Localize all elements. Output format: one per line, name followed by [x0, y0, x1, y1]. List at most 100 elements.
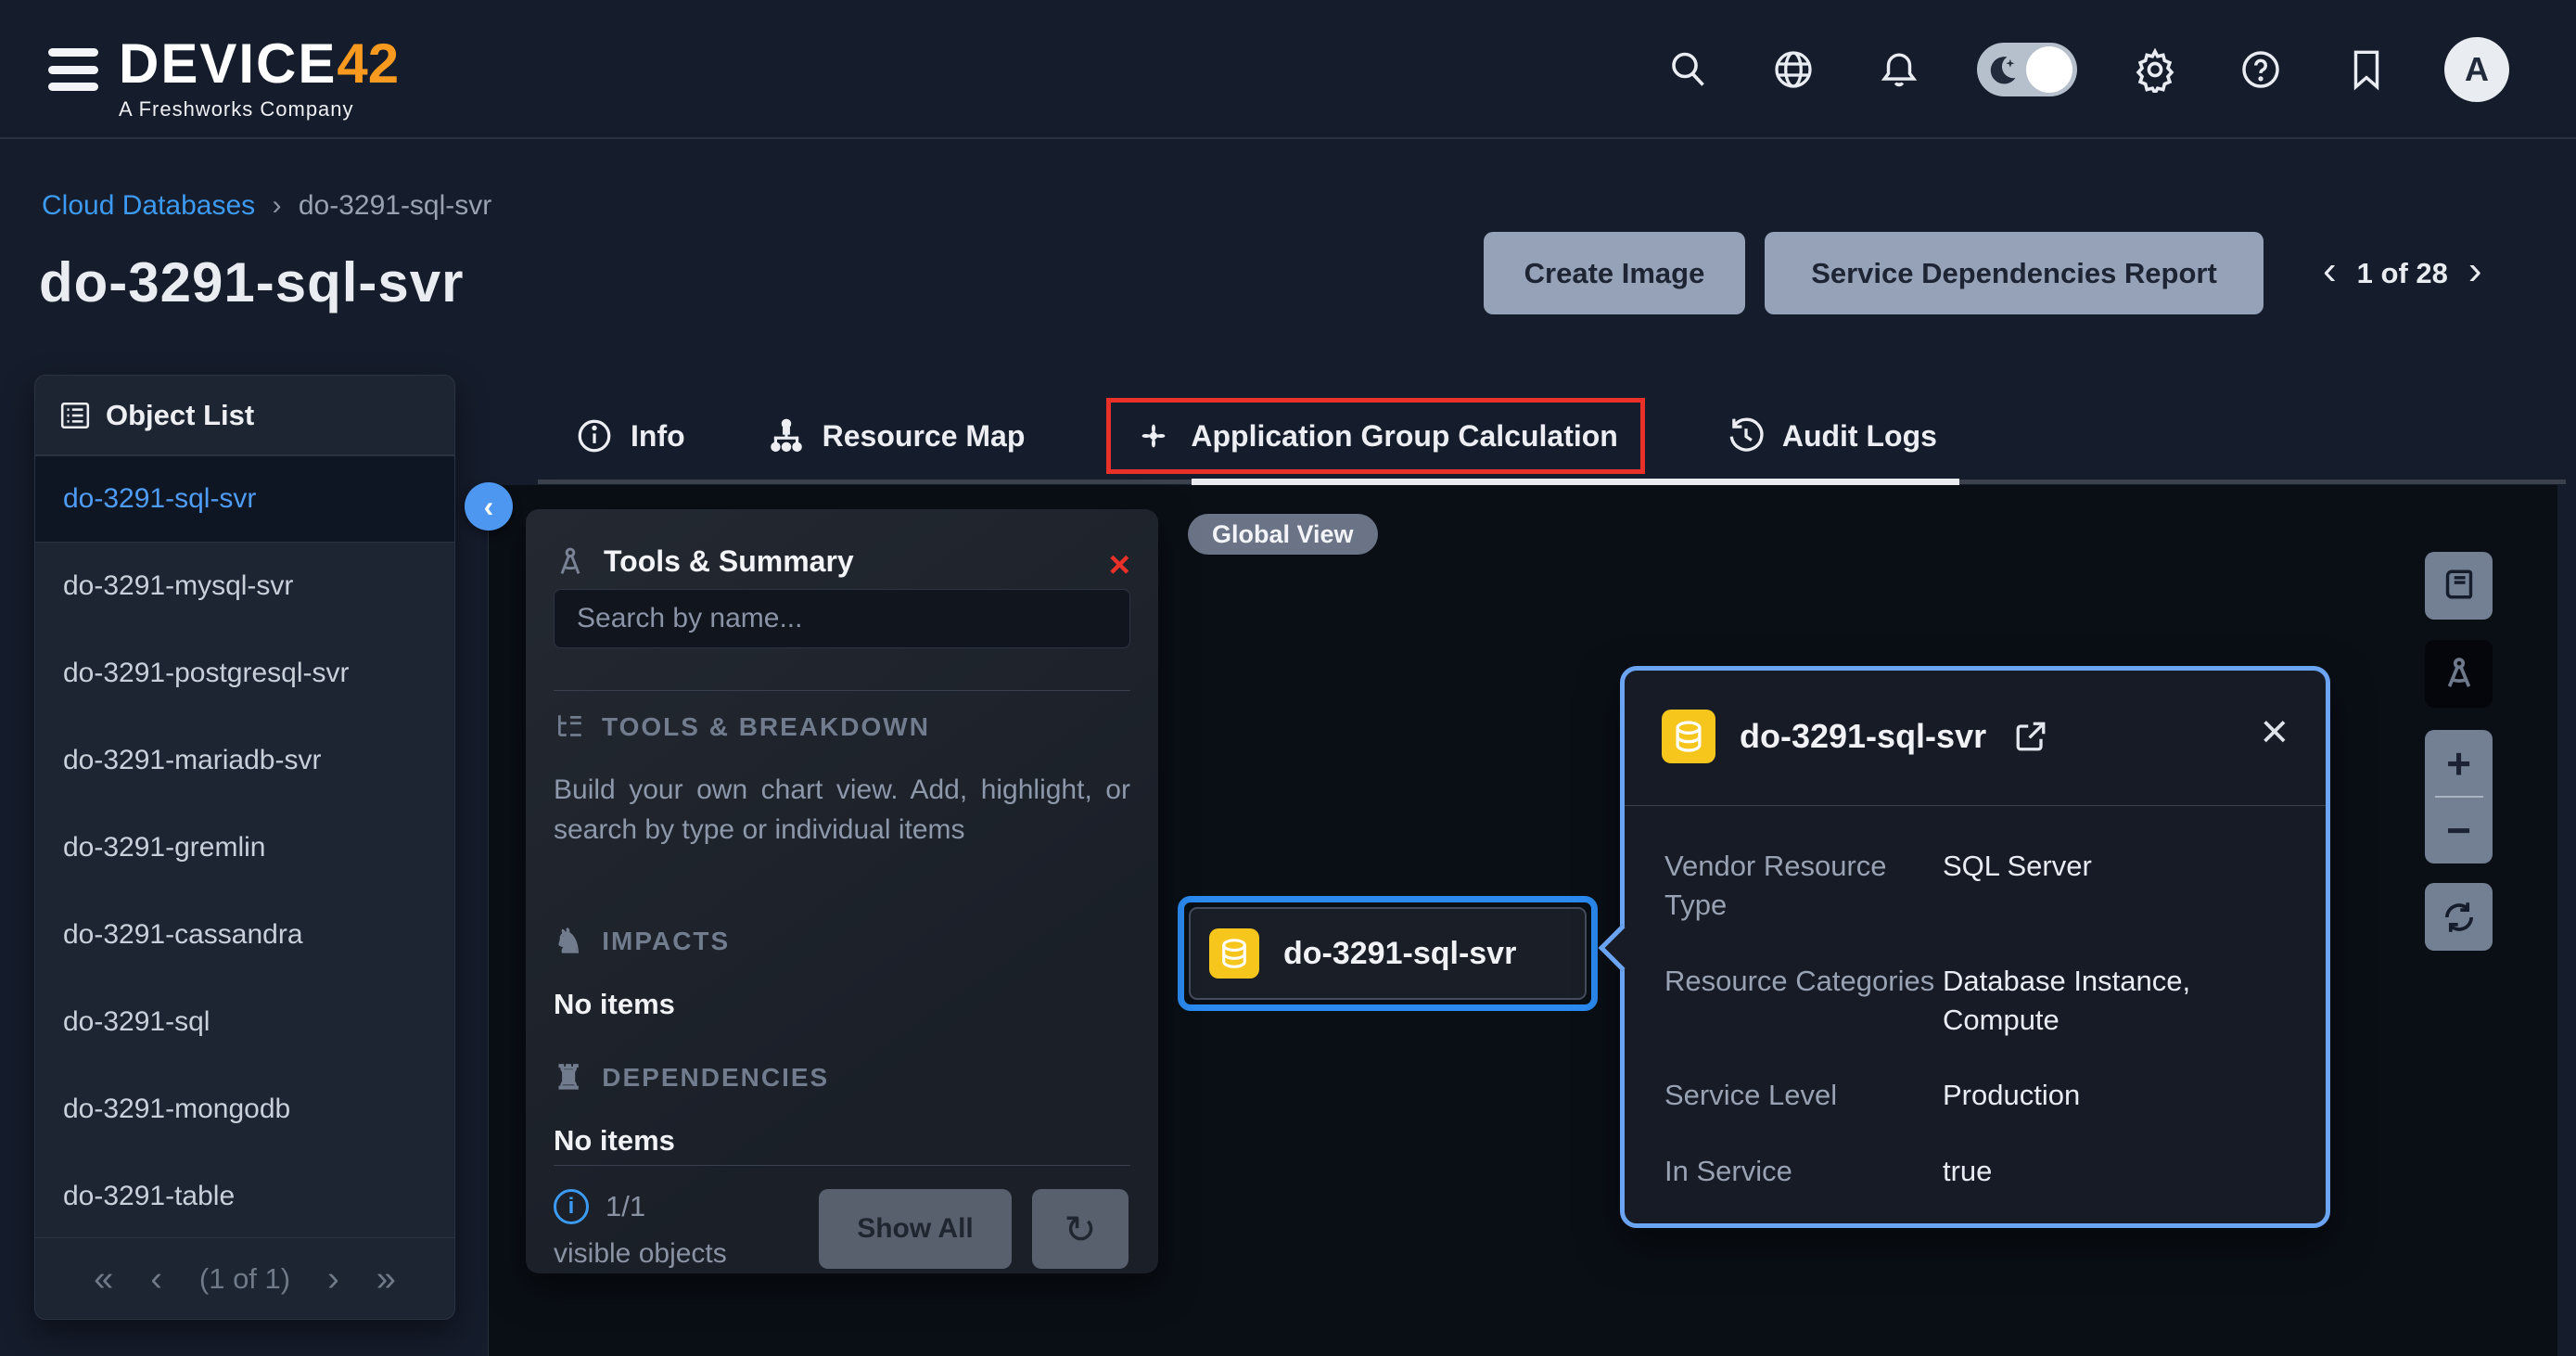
impacts-title: IMPACTS — [602, 927, 730, 956]
visible-count-value: 1/1 — [606, 1190, 645, 1223]
tab-info[interactable]: Info — [575, 416, 685, 455]
object-list-item-label: do-3291-gremlin — [63, 832, 265, 863]
device42-app: DEVICE42 A Freshworks Company — [0, 0, 2576, 1356]
object-list-item[interactable]: do-3291-postgresql-svr — [35, 630, 454, 717]
logo-accent: 42 — [337, 32, 399, 95]
tools-summary-title: Tools & Summary — [604, 544, 854, 579]
navbar-icons: A — [1660, 0, 2509, 139]
object-list-item[interactable]: do-3291-sql — [35, 979, 454, 1066]
hamburger-menu-icon[interactable] — [48, 48, 98, 91]
collapse-chevron-icon: ‹ — [484, 490, 494, 524]
tab-application-group-calculation[interactable]: Application Group Calculation — [1106, 398, 1644, 474]
selected-resource-node[interactable]: do-3291-sql-svr — [1178, 896, 1598, 1011]
panel-search-input[interactable] — [554, 589, 1130, 648]
pager-text: 1 of 28 — [2357, 257, 2448, 290]
pagination-next-icon[interactable]: › — [327, 1261, 339, 1297]
tools-breakdown-title: TOOLS & BREAKDOWN — [602, 712, 930, 742]
toggle-knob — [2026, 46, 2072, 93]
tools-panel-toggle-button[interactable] — [2425, 640, 2493, 708]
logo-text: DEVICE — [119, 32, 337, 95]
panel-close-icon[interactable]: × — [1109, 546, 1130, 583]
drafting-compass-icon — [2440, 655, 2479, 694]
panel-refresh-button[interactable]: ↻ — [1032, 1189, 1129, 1269]
zoom-out-button[interactable]: − — [2446, 802, 2471, 858]
notifications-bell-icon[interactable] — [1871, 42, 1927, 97]
impacts-empty-state: No items — [554, 988, 675, 1021]
card-field-row: Service Level Production — [1664, 1076, 2289, 1115]
sidebar-collapse-button[interactable]: ‹ — [465, 482, 513, 531]
resource-detail-card: do-3291-sql-svr × Vendor Resource Type S… — [1620, 666, 2330, 1228]
database-icon — [1662, 710, 1715, 763]
active-tab-indicator — [1192, 479, 1959, 485]
field-label: Service Level — [1664, 1076, 1943, 1115]
card-fields: Vendor Resource Type SQL Server Resource… — [1664, 847, 2289, 1191]
field-label: Vendor Resource Type — [1664, 847, 1943, 925]
object-list-item[interactable]: do-3291-sql-svr — [35, 455, 454, 543]
visible-objects-count: i 1/1 — [554, 1189, 645, 1224]
pagination-last-icon[interactable]: » — [376, 1261, 396, 1297]
object-list-item[interactable]: do-3291-mariadb-svr — [35, 717, 454, 804]
bookmark-icon[interactable] — [2339, 42, 2394, 97]
card-field-row: Vendor Resource Type SQL Server — [1664, 847, 2289, 925]
object-list-item-label: do-3291-mysql-svr — [63, 570, 293, 602]
service-dependencies-report-button[interactable]: Service Dependencies Report — [1765, 232, 2264, 314]
panel-divider — [554, 690, 1130, 691]
create-image-button[interactable]: Create Image — [1484, 232, 1745, 314]
tab-audit-logs[interactable]: Audit Logs — [1727, 416, 1937, 455]
pagination-text: (1 of 1) — [199, 1262, 290, 1296]
object-list-item[interactable]: do-3291-mongodb — [35, 1066, 454, 1153]
show-all-button[interactable]: Show All — [819, 1189, 1012, 1269]
legend-book-button[interactable] — [2425, 552, 2493, 620]
info-icon — [575, 416, 614, 455]
object-list-item[interactable]: do-3291-mysql-svr — [35, 543, 454, 630]
dependencies-empty-state: No items — [554, 1124, 675, 1158]
search-icon[interactable] — [1660, 42, 1715, 97]
device42-logo: DEVICE42 A Freshworks Company — [119, 32, 399, 122]
object-list-item-label: do-3291-postgresql-svr — [63, 658, 349, 689]
refresh-icon: ↻ — [1064, 1208, 1096, 1251]
field-label: In Service — [1664, 1152, 1943, 1191]
pagination-first-icon[interactable]: « — [94, 1261, 113, 1297]
knight-chess-icon: ♞ — [554, 925, 585, 958]
settings-gear-icon[interactable] — [2127, 42, 2183, 97]
object-list-item[interactable]: do-3291-cassandra — [35, 891, 454, 979]
logo-subtitle: A Freshworks Company — [119, 97, 399, 122]
tab-info-label: Info — [631, 419, 685, 454]
tab-agc-label: Application Group Calculation — [1191, 419, 1617, 454]
moon-icon — [1986, 53, 2020, 91]
node-label: do-3291-sql-svr — [1283, 936, 1516, 972]
breadcrumb-parent-link[interactable]: Cloud Databases — [42, 190, 255, 221]
card-divider — [1625, 805, 2326, 806]
object-list-item-label: do-3291-table — [63, 1181, 235, 1212]
card-header: do-3291-sql-svr — [1662, 710, 2289, 763]
dark-mode-toggle[interactable] — [1977, 43, 2077, 96]
info-circle-icon: i — [554, 1189, 589, 1224]
impacts-section-header: ♞ IMPACTS — [554, 925, 730, 958]
external-link-icon[interactable] — [2010, 716, 2051, 757]
audit-logs-history-icon — [1727, 416, 1766, 455]
tab-resource-map[interactable]: Resource Map — [767, 416, 1026, 455]
object-list-item[interactable]: do-3291-table — [35, 1153, 454, 1240]
node-body: do-3291-sql-svr — [1189, 907, 1587, 1000]
dependencies-section-header: ♜ DEPENDENCIES — [554, 1061, 829, 1094]
pagination-prev-icon[interactable]: ‹ — [150, 1261, 162, 1297]
pager-next-icon[interactable]: › — [2468, 250, 2482, 297]
drafting-compass-icon — [554, 545, 587, 579]
object-list-item[interactable]: do-3291-gremlin — [35, 804, 454, 891]
zoom-in-button[interactable]: + — [2446, 736, 2471, 791]
card-close-icon[interactable]: × — [2261, 708, 2289, 756]
canvas-refresh-button[interactable] — [2425, 883, 2493, 951]
zoom-control: + − — [2425, 730, 2493, 863]
help-icon[interactable] — [2233, 42, 2289, 97]
field-value: Database Instance, Compute — [1943, 962, 2289, 1040]
object-list-sidebar: Object List do-3291-sql-svr do-3291-mysq… — [34, 375, 455, 1320]
detail-tabs: Info Resource Map Application Group Calc… — [575, 394, 1937, 478]
globe-icon[interactable] — [1766, 42, 1821, 97]
field-value: Production — [1943, 1076, 2289, 1115]
page-title: do-3291-sql-svr — [39, 250, 465, 314]
pager-prev-icon[interactable]: ‹ — [2323, 250, 2337, 297]
dependencies-title: DEPENDENCIES — [602, 1063, 829, 1093]
avatar[interactable]: A — [2444, 37, 2509, 102]
tab-resource-map-label: Resource Map — [823, 419, 1026, 454]
object-list-header: Object List — [35, 376, 454, 455]
